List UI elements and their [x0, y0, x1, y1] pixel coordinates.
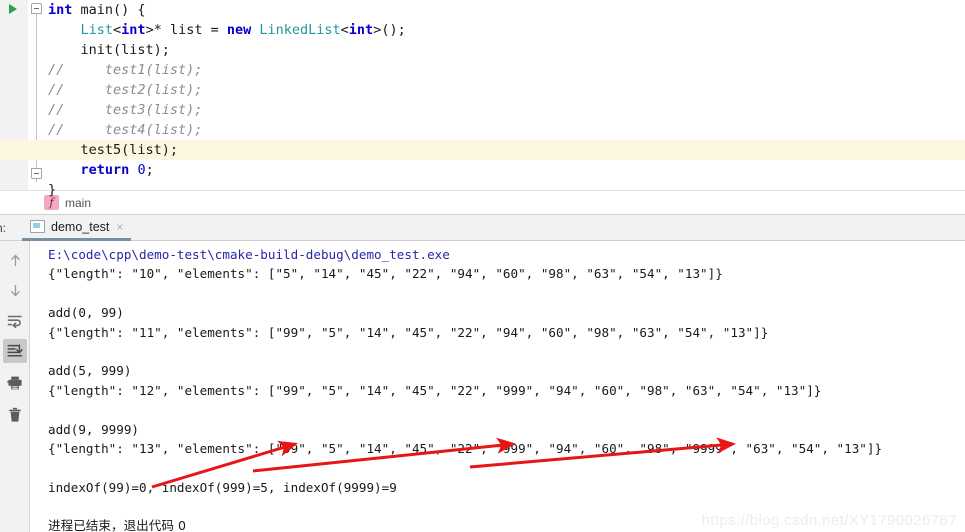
code-token: ;	[145, 162, 154, 178]
console-line: add(0, 99)	[48, 305, 124, 321]
code-line: test5(list);	[0, 140, 965, 160]
editor-gutter[interactable]	[0, 0, 28, 190]
code-line: int main() {	[44, 0, 965, 20]
code-token: <	[340, 22, 349, 38]
console-line: {"length": "10", "elements": ["5", "14",…	[48, 266, 723, 282]
console-line: indexOf(99)=0, indexOf(999)=5, indexOf(9…	[48, 479, 397, 495]
code-token: int	[48, 2, 73, 18]
fold-toggle-close-icon[interactable]	[31, 168, 42, 179]
console-output-panel[interactable]: E:\code\cpp\demo-test\cmake-build-debug\…	[31, 241, 965, 532]
code-line: }	[44, 180, 965, 200]
code-token: main	[80, 2, 114, 18]
console-text: E:\code\cpp\demo-test\cmake-build-debug\…	[48, 245, 882, 532]
scroll-to-end-icon[interactable]	[3, 339, 27, 363]
print-icon[interactable]	[3, 371, 27, 395]
code-line: return 0;	[44, 160, 965, 180]
console-line: add(5, 999)	[48, 363, 132, 379]
code-token: // test4(list);	[48, 122, 203, 138]
code-line: List<int>* list = new LinkedList<int>();	[44, 20, 965, 40]
code-token: () {	[113, 2, 146, 18]
code-token: int	[348, 22, 374, 38]
console-toolbar	[0, 241, 30, 532]
console-line: add(9, 9999)	[48, 421, 139, 437]
code-editor[interactable]: int main() { List<int>* list = new Linke…	[0, 0, 965, 198]
code-token: >* list =	[145, 22, 227, 38]
code-line: // test4(list);	[44, 120, 965, 140]
code-token: List	[80, 22, 114, 38]
watermark: https://blog.csdn.net/XY1790026787	[701, 512, 957, 529]
code-token: >();	[373, 22, 406, 38]
fold-toggle-open-icon[interactable]	[31, 3, 42, 14]
code-token: // test3(list);	[48, 102, 203, 118]
code-token: int	[121, 22, 146, 38]
console-line: {"length": "11", "elements": ["99", "5",…	[48, 324, 769, 340]
code-token: LinkedList	[259, 22, 341, 38]
close-icon[interactable]: ×	[116, 220, 123, 234]
console-line: {"length": "13", "elements": ["99", "5",…	[48, 440, 883, 456]
code-token: 0	[137, 162, 146, 178]
soft-wrap-icon[interactable]	[3, 309, 27, 333]
code-token: // test2(list);	[48, 82, 203, 98]
code-token: init(list);	[48, 42, 170, 58]
code-token: }	[48, 182, 57, 198]
tab-label: demo_test	[51, 219, 110, 234]
editor-code-area[interactable]: int main() { List<int>* list = new Linke…	[0, 0, 965, 198]
code-line: // test3(list);	[44, 100, 965, 120]
console-line: E:\code\cpp\demo-test\cmake-build-debug\…	[48, 247, 450, 262]
code-line: init(list);	[44, 40, 965, 60]
code-line: // test1(list);	[44, 60, 965, 80]
console-line: {"length": "12", "elements": ["99", "5",…	[48, 382, 822, 398]
run-window-label: n:	[0, 221, 7, 235]
run-triangle-icon[interactable]	[9, 4, 17, 14]
trash-icon[interactable]	[3, 403, 27, 427]
code-folding-rail[interactable]	[28, 0, 44, 190]
scroll-up-icon[interactable]	[3, 249, 27, 273]
code-token: // test1(list);	[48, 62, 203, 78]
code-token: new	[226, 22, 252, 38]
code-line: // test2(list);	[44, 80, 965, 100]
tab-demo-test[interactable]: demo_test ×	[22, 215, 132, 241]
code-token: test5(list);	[48, 142, 179, 158]
scroll-down-icon[interactable]	[3, 279, 27, 303]
code-token: <	[113, 22, 122, 38]
console-icon	[30, 220, 45, 233]
run-tool-window-tabbar: n: demo_test ×	[0, 214, 965, 241]
code-token: return	[80, 162, 130, 178]
